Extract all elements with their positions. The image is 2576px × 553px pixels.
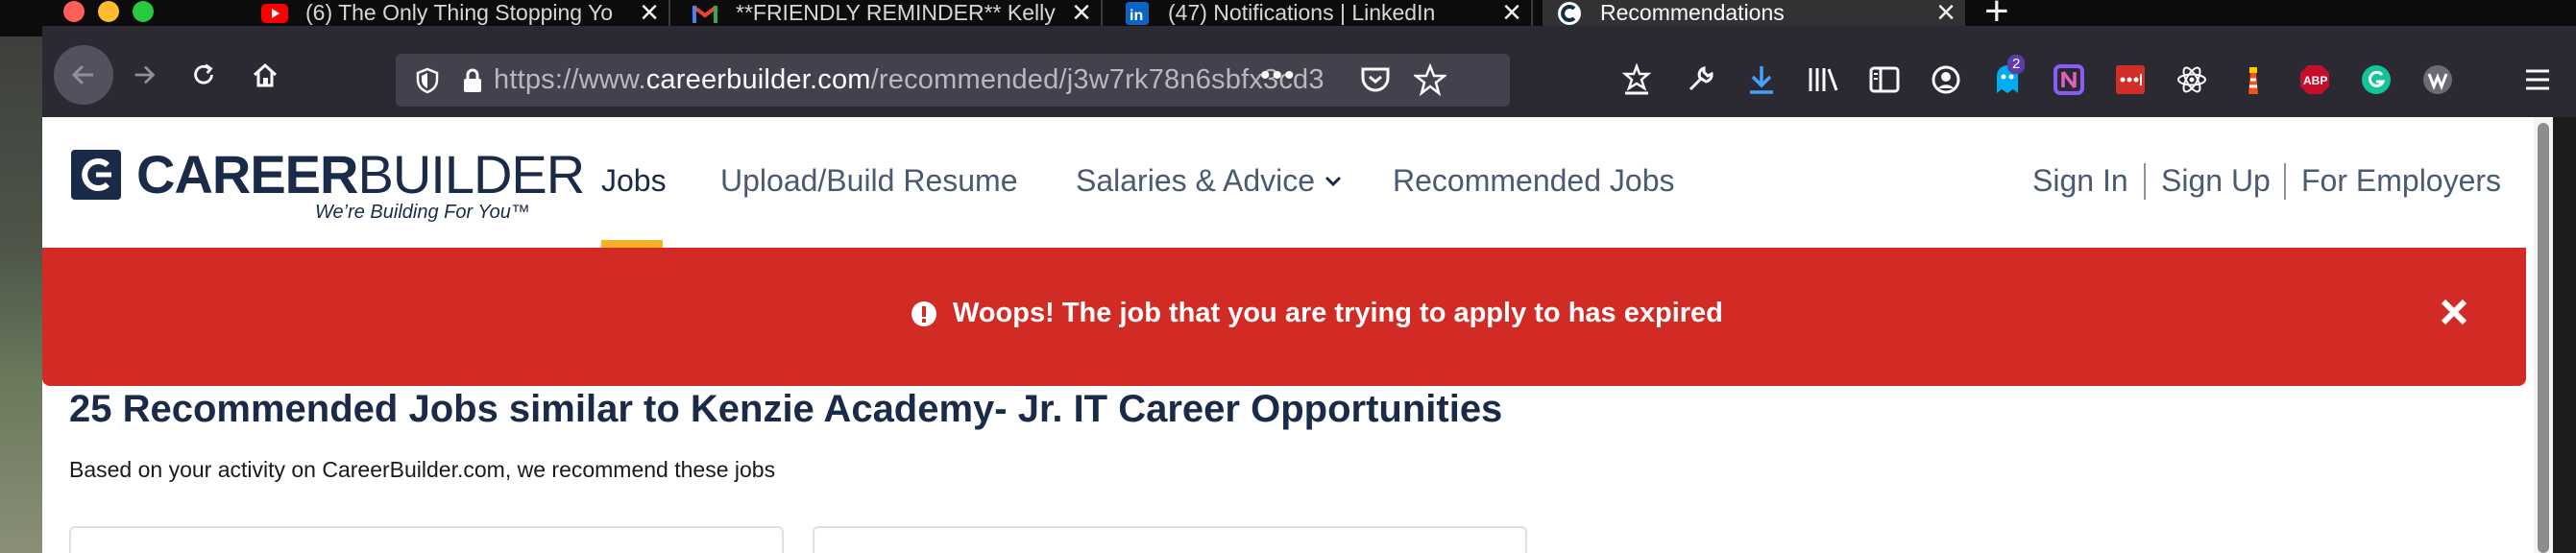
arrow-left-icon [71,64,93,85]
exclamation-circle-icon [911,301,936,326]
nav-active-indicator [601,240,663,248]
page-actions-icon[interactable]: ••• [1260,60,1297,92]
tab-linkedin[interactable]: in (47) Notifications | LinkedIn × [1110,0,1533,29]
extension-badge: 2 [2007,55,2026,74]
reload-button[interactable] [182,54,225,96]
close-tab-icon[interactable]: × [1927,0,1965,29]
minimize-window-button[interactable] [98,1,119,22]
url-path: /recommended/j3w7rk78n6sbfx3cd3 [870,64,1324,95]
alert-message: Woops! The job that you are trying to ap… [911,298,1723,329]
close-tab-icon[interactable]: × [630,0,668,29]
arrow-right-icon [134,65,156,84]
tab-title: (6) The Only Thing Stopping Yo [305,0,614,25]
address-bar[interactable]: https://www.careerbuilder.com/recommende… [396,54,1510,107]
logo-wordmark: CAREERBUILDER [136,144,585,204]
bookmark-star-icon[interactable] [1412,62,1448,101]
home-icon [253,62,278,87]
job-card[interactable] [813,526,1527,553]
lastpass-extension-icon[interactable] [2111,60,2150,99]
tab-title: (47) Notifications | LinkedIn [1168,0,1436,25]
wrench-icon[interactable] [1681,60,1719,99]
tab-title: Recommendations [1600,0,1785,25]
url-domain: careerbuilder.com [645,64,871,95]
job-card[interactable] [69,526,784,553]
expired-job-alert: Woops! The job that you are trying to ap… [42,248,2526,386]
alert-text: Woops! The job that you are trying to ap… [953,298,1723,328]
tab-youtube[interactable]: (6) The Only Thing Stopping Yo × [248,0,670,29]
reload-icon [194,63,213,84]
close-tab-icon[interactable]: × [1062,0,1101,29]
svg-text:in: in [1130,8,1143,24]
careerbuilder-logo[interactable]: CAREERBUILDER We’re Building For You™ [69,146,585,223]
nav-upload-build-resume[interactable]: Upload/Build Resume [720,163,1018,199]
adblock-plus-icon[interactable]: ABP [2296,60,2334,99]
browser-window: (6) The Only Thing Stopping Yo × **FRIEN… [0,0,2576,553]
nav-divider [2144,163,2146,200]
youtube-icon [261,2,288,25]
logo-text-bold: CAREER [136,144,358,204]
window-controls [63,0,154,23]
lighthouse-extension-icon[interactable] [2234,60,2272,99]
careerbuilder-icon [1556,1,1583,25]
back-button[interactable] [54,45,113,105]
tab-recommendations[interactable]: Recommendations × [1543,0,1965,29]
nav-salaries-advice[interactable]: Salaries & Advice [1076,163,1342,199]
download-icon[interactable] [1742,60,1781,99]
svg-text:ABP: ABP [2303,74,2327,87]
sign-up-link[interactable]: Sign Up [2161,163,2271,199]
tab-title: **FRIENDLY REMINDER** Kelly [736,0,1056,25]
nav-divider [2284,163,2286,200]
pocket-icon[interactable] [1360,65,1391,99]
for-employers-link[interactable]: For Employers [2301,163,2501,199]
logo-text-light: BUILDER [357,144,585,204]
page-title: 25 Recommended Jobs similar to Kenzie Ac… [69,388,1503,430]
account-icon[interactable] [1927,60,1965,99]
nav-jobs[interactable]: Jobs [601,163,667,199]
home-button[interactable] [244,54,286,96]
close-icon [2441,299,2467,325]
new-tab-button[interactable]: + [1984,0,2009,33]
shield-icon[interactable] [403,67,451,94]
bookmarks-star-list-icon[interactable] [1617,60,1656,99]
react-devtools-icon[interactable] [2173,60,2211,99]
page-subtitle: Based on your activity on CareerBuilder.… [69,457,776,482]
sign-in-link[interactable]: Sign In [2032,163,2128,199]
careerbuilder-logo-icon [71,150,121,200]
wappalyzer-icon[interactable] [2418,60,2457,99]
scrollbar-thumb[interactable] [2538,123,2549,553]
forward-button[interactable] [123,54,165,96]
hamburger-menu-icon[interactable] [2518,60,2557,99]
close-tab-icon[interactable]: × [1493,0,1531,29]
gmail-icon [692,2,718,25]
url-text[interactable]: https://www.careerbuilder.com/recommende… [494,64,1339,96]
grammarly-icon[interactable] [2357,60,2395,99]
ghostery-extension-icon[interactable]: 2 [1988,55,2027,99]
nav-salaries-label: Salaries & Advice [1076,163,1316,198]
close-alert-button[interactable] [2438,296,2476,334]
linkedin-icon: in [1124,1,1151,25]
sidebar-icon[interactable] [1865,60,1904,99]
logo-tagline: We’re Building For You™ [315,202,530,223]
web-page: CAREERBUILDER We’re Building For You™ Jo… [42,117,2534,553]
close-window-button[interactable] [63,1,85,22]
lock-icon[interactable] [451,68,494,93]
url-prefix: https://www. [494,64,646,95]
tab-gmail[interactable]: **FRIENDLY REMINDER** Kelly × [678,0,1103,29]
maximize-window-button[interactable] [133,1,154,22]
notion-extension-icon[interactable] [2050,60,2088,99]
chevron-down-icon [1324,176,1342,186]
window-edge [2553,117,2576,553]
browser-toolbar: https://www.careerbuilder.com/recommende… [42,26,2576,117]
nav-recommended-jobs[interactable]: Recommended Jobs [1393,163,1674,199]
library-icon[interactable] [1804,60,1842,99]
